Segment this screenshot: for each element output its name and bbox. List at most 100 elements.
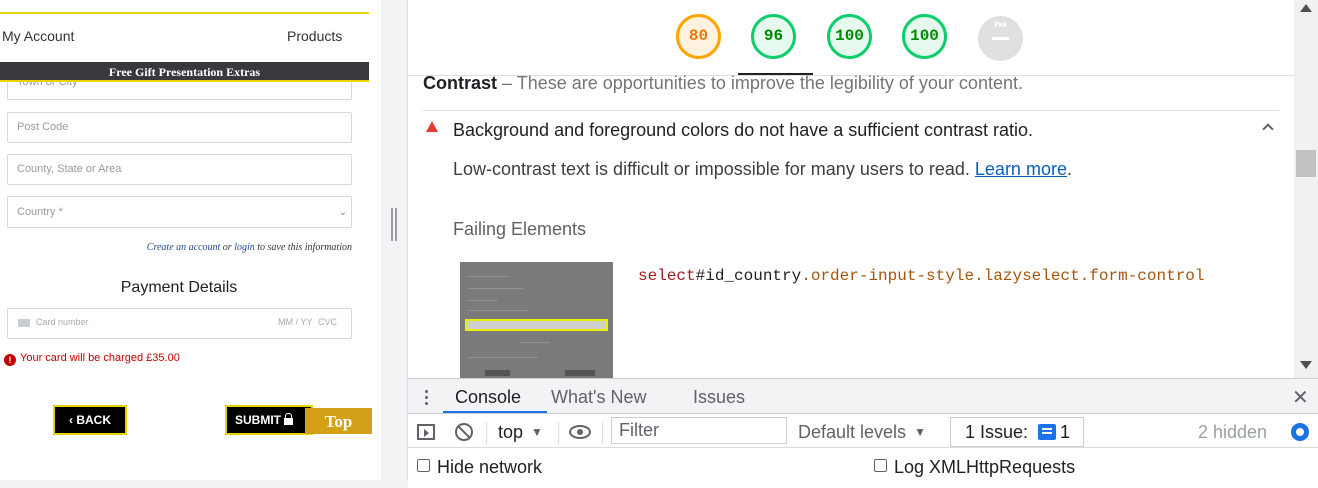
create-account-rest: to save this information	[257, 242, 352, 253]
country-select[interactable]: Country * ⌄	[7, 196, 352, 228]
nav-my-account[interactable]: My Account	[2, 28, 74, 44]
screen: My Account Products Town or City Free Gi…	[0, 0, 1318, 488]
drawer-tabs: Console What's New Issues ✕	[408, 379, 1318, 414]
report-scrollbar[interactable]	[1294, 0, 1318, 378]
lighthouse-report: 80 96 100 100 PWA Contrast – These are o…	[408, 0, 1294, 378]
tab-issues[interactable]: Issues	[693, 387, 745, 408]
log-levels-dropdown[interactable]: Default levels ▼	[798, 422, 926, 443]
card-input[interactable]: Card number MM / YY CVC	[7, 308, 352, 339]
selector-id: #id_country	[695, 267, 802, 285]
filter-input[interactable]: Filter	[611, 417, 787, 444]
audit-description: Low-contrast text is difficult or imposs…	[453, 159, 1072, 179]
gear-icon[interactable]	[1291, 423, 1309, 441]
pwa-label: PWA	[994, 22, 1007, 30]
country-select-value: Country *	[17, 206, 63, 218]
fail-triangle-icon	[426, 121, 438, 132]
hide-network-checkbox[interactable]	[417, 459, 430, 472]
audit-title[interactable]: Background and foreground colors do not …	[453, 120, 1033, 141]
create-account-or: or	[222, 242, 232, 253]
live-expression-eye-icon[interactable]	[569, 425, 591, 439]
tab-whats-new[interactable]: What's New	[551, 387, 646, 408]
score-gauge-seo[interactable]: 100	[902, 14, 947, 59]
nav-products[interactable]: Products	[287, 28, 342, 44]
audit-separator	[423, 110, 1279, 111]
score-gauge-accessibility[interactable]: 96	[751, 14, 796, 59]
caret-down-icon: ▼	[914, 425, 926, 439]
thumbnail-line	[468, 288, 523, 289]
charge-notice: ! Your card will be charged £35.00	[4, 352, 180, 366]
card-expiry-placeholder: MM / YY	[278, 317, 313, 327]
active-tab-underline	[443, 411, 547, 413]
issues-counter-button[interactable]: 1 Issue: 1	[950, 417, 1084, 447]
toolbar-divider	[602, 422, 603, 444]
preview-bottom-strip	[0, 480, 408, 488]
scroll-top-button[interactable]: Top	[305, 408, 372, 434]
selector-classes: .order-input-style.lazyselect.form-contr…	[801, 267, 1205, 285]
failing-elements-label: Failing Elements	[453, 219, 587, 239]
page-preview: My Account Products Town or City Free Gi…	[0, 0, 381, 480]
thumbnail-line	[468, 310, 528, 311]
show-sidebar-icon[interactable]	[417, 424, 435, 440]
pwa-dash-icon	[992, 37, 1009, 40]
thumbnail-line	[468, 357, 538, 358]
scroll-up-arrow-icon[interactable]	[1300, 4, 1312, 12]
context-selector-value: top	[498, 422, 524, 442]
submit-button-label: SUBMIT	[235, 413, 281, 427]
console-drawer: Console What's New Issues ✕ top ▼ Filter …	[408, 378, 1318, 488]
scrollbar-thumb[interactable]	[1296, 150, 1316, 177]
more-options-icon[interactable]	[425, 390, 429, 406]
issues-label: 1 Issue:	[965, 422, 1029, 442]
create-account-line: Create an account or login to save this …	[0, 242, 352, 253]
charge-notice-text: Your card will be charged £35.00	[20, 352, 180, 364]
card-number-placeholder: Card number	[36, 317, 89, 327]
top-accent-line	[0, 12, 369, 14]
submit-button[interactable]: SUBMIT	[225, 405, 313, 435]
context-selector[interactable]: top ▼	[498, 422, 543, 443]
login-link[interactable]: login	[234, 242, 255, 253]
log-levels-value: Default levels	[798, 422, 907, 442]
thumbnail-line	[468, 276, 508, 277]
caret-down-icon: ▼	[531, 425, 543, 439]
back-button-label: BACK	[76, 413, 111, 427]
scroll-down-arrow-icon[interactable]	[1300, 361, 1312, 369]
thumbnail-button	[565, 370, 595, 376]
score-gauge-performance[interactable]: 80	[676, 14, 721, 59]
toolbar-divider	[486, 422, 487, 444]
issue-message-icon	[1038, 424, 1057, 440]
learn-more-link[interactable]: Learn more	[975, 159, 1067, 179]
clear-console-icon[interactable]	[455, 423, 473, 441]
issues-count: 1	[1060, 422, 1071, 442]
thumbnail-line	[468, 300, 498, 301]
contrast-section-header: Contrast – These are opportunities to im…	[423, 73, 1023, 93]
element-screenshot-thumbnail[interactable]	[460, 262, 613, 378]
thumbnail-highlight	[465, 319, 608, 331]
thumbnail-button	[485, 370, 510, 376]
chevron-up-icon[interactable]	[1262, 123, 1274, 135]
payment-details-title: Payment Details	[120, 279, 238, 296]
county-field[interactable]: County, State or Area	[7, 154, 352, 185]
contrast-description: These are opportunities to improve the l…	[516, 73, 1023, 93]
tab-console[interactable]: Console	[455, 387, 521, 408]
log-xhr-checkbox[interactable]	[874, 459, 887, 472]
chevron-down-icon: ⌄	[338, 207, 347, 218]
hide-network-label: Hide network	[437, 457, 543, 477]
toolbar-divider	[558, 422, 559, 444]
back-button[interactable]: ‹ BACK	[53, 405, 127, 435]
hide-network-option[interactable]: Hide network	[417, 457, 542, 478]
hidden-messages-count: 2 hidden	[1198, 422, 1268, 442]
log-xhr-label: Log XMLHttpRequests	[894, 457, 1076, 477]
create-account-link[interactable]: Create an account	[147, 242, 221, 253]
console-toolbar: top ▼ Filter Default levels ▼ 1 Issue: 1 2 …	[408, 414, 1318, 448]
pwa-badge[interactable]: PWA	[978, 16, 1023, 61]
lock-icon	[284, 413, 293, 425]
score-gauge-best-practices[interactable]: 100	[827, 14, 872, 59]
resize-handle-icon[interactable]	[391, 208, 397, 241]
failing-element-selector[interactable]: select#id_country.order-input-style.lazy…	[638, 263, 1238, 289]
postcode-field[interactable]: Post Code	[7, 112, 352, 143]
card-cvc-placeholder: CVC	[318, 317, 338, 327]
selector-tag: select	[638, 267, 696, 285]
credit-card-icon	[18, 319, 30, 327]
log-xhr-option[interactable]: Log XMLHttpRequests	[874, 457, 1075, 478]
error-icon: !	[4, 354, 16, 366]
close-drawer-icon[interactable]: ✕	[1292, 385, 1309, 410]
